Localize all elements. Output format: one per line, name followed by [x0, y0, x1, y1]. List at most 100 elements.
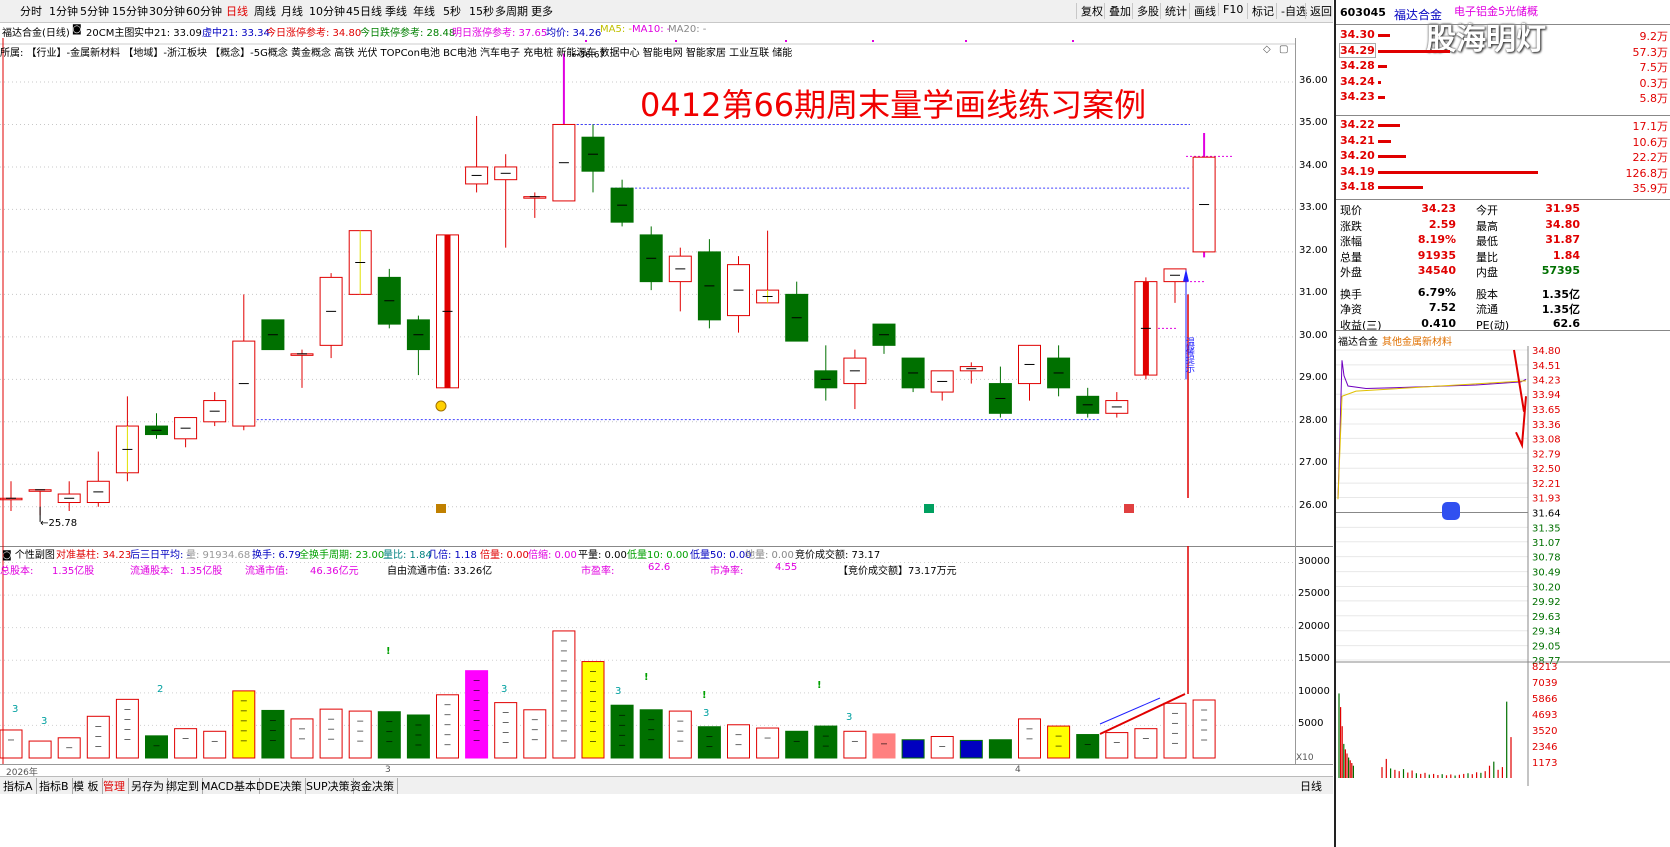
volume-chart[interactable]: 3 3 2 3 3 3 3!!!!	[0, 546, 1295, 764]
toolbar-button-4[interactable]: 画线	[1189, 3, 1216, 19]
book-price-1[interactable]: 34.29	[1339, 42, 1376, 58]
book-volume-3: 0.3万	[1639, 76, 1669, 90]
bottom-tab-4[interactable]: 另存为	[128, 778, 168, 794]
ma20-value: MA20: -	[668, 24, 707, 35]
volume-bar-11[interactable]	[319, 708, 343, 759]
share-icon[interactable]	[1442, 502, 1460, 520]
quote-stats: 现价 34.23 今开 31.95 涨跌 2.59 最高 34.80 涨幅 8.19% 最低 31.8…	[1336, 202, 1670, 332]
volume-bar-41[interactable]	[1192, 699, 1216, 759]
mini-price-tick: 33.94	[1532, 390, 1561, 401]
price-tick: 30.00	[1299, 329, 1328, 341]
book-price-3[interactable]: 34.24	[1340, 75, 1375, 88]
volume-bar-25[interactable]	[727, 724, 750, 759]
bottom-tab-9[interactable]: 资金决策	[347, 778, 398, 794]
toolbar-button-0[interactable]: 复权	[1076, 3, 1103, 19]
sub-indicator-name[interactable]: ◙ 个性副图	[2, 546, 55, 561]
nav-diamond-icon[interactable]: ◇	[1263, 44, 1271, 55]
volume-bar-15[interactable]	[436, 694, 459, 759]
volume-bar-4[interactable]	[115, 698, 139, 759]
toolbar-button-7[interactable]: -自选	[1276, 3, 1307, 19]
event-marker-icon[interactable]	[924, 504, 934, 513]
volume-bar-38[interactable]	[1105, 732, 1129, 759]
volume-bar-13[interactable]	[377, 711, 401, 759]
volume-bar-6[interactable]	[174, 728, 198, 759]
volume-bar-37[interactable]	[1076, 734, 1100, 759]
toolbar-button-5[interactable]: F10	[1218, 3, 1243, 16]
book-price-2[interactable]: 34.20	[1340, 149, 1375, 162]
stat-label-1: 涨跌	[1340, 219, 1362, 233]
volume-bar-1[interactable]	[28, 740, 52, 759]
volume-bar-18[interactable]	[523, 709, 547, 759]
intraday-chart[interactable]: 34.80 34.51 34.23 33.94 33.65 33.36 33.08 32.79…	[1336, 346, 1670, 786]
volume-bar-10[interactable]	[290, 718, 314, 759]
volume-bar-28[interactable]	[814, 725, 838, 759]
volume-bar-17[interactable]	[494, 702, 518, 759]
volume-bar-5[interactable]	[145, 735, 168, 759]
volume-bar-36[interactable]	[1047, 725, 1071, 759]
volume-bar-31[interactable]	[901, 739, 925, 759]
nav-square-icon[interactable]: ▢	[1279, 44, 1288, 55]
volume-bar-9[interactable]	[261, 709, 285, 759]
book-price-3[interactable]: 34.19	[1340, 165, 1375, 178]
volume-bar-16[interactable]	[465, 670, 489, 759]
volume-bar-12[interactable]	[348, 710, 372, 759]
volume-bar-35[interactable]	[1018, 718, 1041, 759]
volume-bar-23[interactable]	[668, 710, 692, 759]
volume-bar-30[interactable]	[872, 733, 896, 759]
volume-bar-26[interactable]	[756, 727, 780, 759]
volume-bar-33[interactable]	[959, 739, 983, 759]
stat-value2-7: 62.6	[1552, 316, 1580, 330]
toolbar-button-2[interactable]: 多股	[1132, 3, 1159, 19]
volume-bar-34[interactable]	[988, 739, 1012, 759]
book-price-0[interactable]: 34.22	[1340, 118, 1375, 131]
volume-bar-20[interactable]	[581, 661, 605, 759]
stat-label2-6: 流通	[1476, 303, 1498, 316]
book-price-2[interactable]: 34.28	[1340, 59, 1375, 72]
bottom-tab-1[interactable]: 指标B	[36, 778, 73, 794]
bottom-tab-6[interactable]: MACD基本	[198, 778, 260, 794]
volume-bar-40[interactable]	[1163, 702, 1187, 759]
event-marker-icon[interactable]	[1124, 504, 1134, 513]
divider	[1336, 330, 1670, 331]
stat-value-2: 8.19%	[1417, 233, 1456, 246]
volume-bar-21[interactable]	[610, 704, 634, 759]
indicator-icon[interactable]: ◙	[72, 24, 82, 35]
volume-bar-3[interactable]	[86, 715, 110, 759]
book-volume-bar	[1378, 186, 1424, 189]
toolbar-button-6[interactable]: 标记	[1247, 3, 1274, 19]
volume-bar-39[interactable]	[1134, 728, 1158, 759]
toolbar-button-3[interactable]: 统计	[1160, 3, 1187, 19]
mini-avg-line	[1337, 380, 1527, 500]
mini-price-tick: 30.20	[1532, 582, 1561, 593]
bottom-tab-0[interactable]: 指标A	[0, 778, 37, 794]
book-price-4[interactable]: 34.23	[1340, 90, 1375, 103]
book-volume-4: 35.9万	[1632, 182, 1669, 195]
volume-bar-19[interactable]	[552, 630, 576, 759]
volume-bar-27[interactable]	[785, 730, 809, 759]
fundamental-3: 1.35亿股	[180, 566, 223, 577]
volume-bar-29[interactable]	[843, 730, 867, 759]
bottom-tab-2[interactable]: 模 板	[70, 778, 103, 794]
main-indicator-name[interactable]: 20CM主图	[86, 24, 134, 39]
volume-axis: 30000 25000 20000 15000 10000 5000	[1295, 546, 1334, 764]
volume-bar-14[interactable]	[406, 714, 430, 759]
volume-bar-32[interactable]	[930, 735, 954, 759]
bottom-tab-7[interactable]: DDE决策	[253, 778, 306, 794]
volume-bar-7[interactable]	[203, 730, 227, 759]
volume-bar-24[interactable]	[697, 726, 721, 759]
drawn-check-mark[interactable]	[1513, 349, 1527, 449]
toolbar-button-8[interactable]: 返回	[1305, 3, 1332, 19]
book-price-1[interactable]: 34.21	[1340, 134, 1375, 147]
mini-vol-tick: 3520	[1532, 726, 1557, 737]
event-marker-icon[interactable]	[436, 504, 446, 513]
bottom-tab-5[interactable]: 绑定到	[163, 778, 203, 794]
book-price-4[interactable]: 34.18	[1340, 180, 1375, 193]
sub-stat-13: 竞价成交额: 73.17	[795, 550, 881, 561]
bottom-tab-3[interactable]: 管理	[100, 778, 129, 794]
bottom-period-label: 日线	[1300, 780, 1322, 793]
ma10-value: MA10: -	[632, 24, 671, 35]
toolbar-button-1[interactable]: 叠加	[1104, 3, 1131, 19]
sub-stat-8: 倍缩: 0.00	[528, 550, 577, 561]
volume-bar-22[interactable]	[639, 709, 663, 759]
book-price-0[interactable]: 34.30	[1340, 28, 1375, 41]
